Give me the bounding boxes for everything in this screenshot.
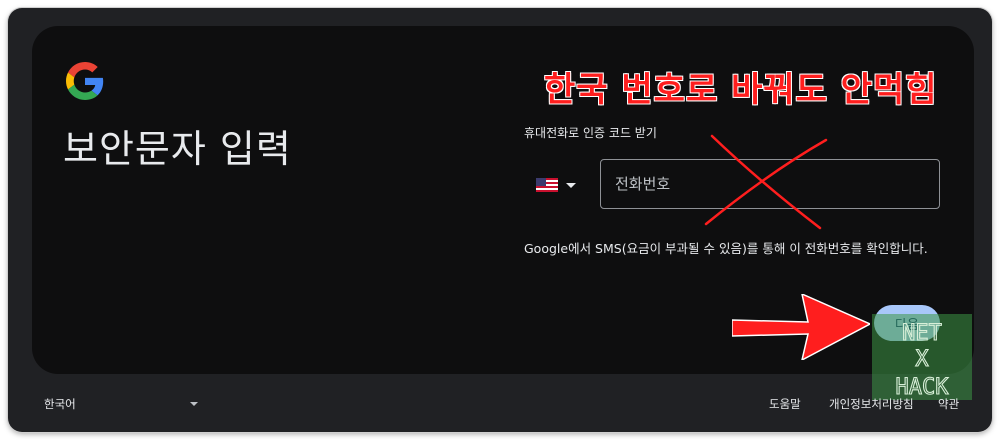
- language-select[interactable]: 한국어: [44, 396, 198, 412]
- footer-link-terms[interactable]: 약관: [938, 396, 959, 412]
- footer-link-privacy[interactable]: 개인정보처리방침: [829, 396, 914, 412]
- section-label: 휴대전화로 인증 코드 받기: [524, 126, 657, 140]
- country-code-select[interactable]: [536, 172, 590, 198]
- footer-link-help[interactable]: 도움말: [769, 396, 801, 412]
- phone-number-input[interactable]: [600, 159, 940, 209]
- red-annotation-text: 한국 번호로 바꿔도 안먹힘: [544, 70, 938, 110]
- language-label: 한국어: [44, 397, 76, 411]
- google-g-logo-icon: [66, 62, 104, 100]
- next-button[interactable]: 다음: [874, 305, 940, 341]
- language-dropdown-icon: [190, 402, 198, 406]
- page-title: 보안문자 입력: [63, 127, 292, 171]
- us-flag-icon: [536, 178, 558, 192]
- sms-help-text: Google에서 SMS(요금이 부과될 수 있음)를 통해 이 전화번호를 확…: [524, 241, 928, 256]
- dropdown-caret-icon: [566, 182, 576, 188]
